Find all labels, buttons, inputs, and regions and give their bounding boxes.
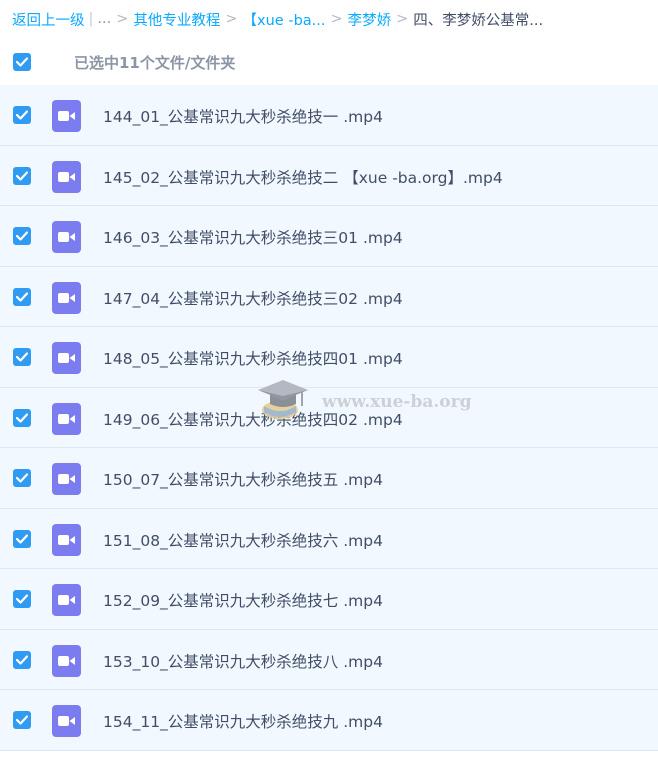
file-name: 144_01_公基常识九大秒杀绝技一 .mp4 [103, 108, 383, 126]
video-file-icon [52, 402, 81, 435]
checkmark-icon [16, 533, 28, 544]
checkmark-icon [16, 231, 28, 241]
checkmark-icon [16, 352, 28, 362]
file-checkbox[interactable] [13, 106, 31, 124]
file-row[interactable]: 145_02_公基常识九大秒杀绝技二 【xue -ba.org】.mp4 [0, 145, 658, 206]
file-name: 153_10_公基常识九大秒杀绝技八 .mp4 [103, 652, 383, 671]
select-all-checkbox[interactable] [13, 53, 31, 71]
file-name: 152_09_公基常识九大秒杀绝技七 .mp4 [103, 592, 383, 610]
video-camera-icon [57, 353, 75, 363]
selection-count-label: 已选中11个文件/文件夹 [74, 54, 236, 72]
checkmark-icon [16, 110, 28, 120]
breadcrumb-separator-icon: > [116, 11, 129, 27]
file-checkbox[interactable] [13, 287, 31, 306]
file-name: 149_06_公基常识九大秒杀绝技四02 .mp4 [103, 410, 403, 429]
breadcrumb: 返回上一级 | ... > 其他专业教程 > 【xue -ba... > 李梦娇… [0, 0, 658, 38]
video-file-icon [52, 221, 81, 253]
selection-bar: 已选中11个文件/文件夹 [0, 40, 658, 84]
video-file-icon [52, 281, 81, 314]
file-row[interactable]: 153_10_公基常识九大秒杀绝技八 .mp4 [0, 629, 658, 690]
video-file-icon [52, 584, 81, 616]
file-checkbox[interactable] [13, 227, 31, 245]
file-row[interactable]: 148_05_公基常识九大秒杀绝技四01 .mp4 [0, 327, 658, 388]
video-file-icon [52, 463, 81, 495]
checkmark-icon [16, 412, 28, 423]
file-name: 150_07_公基常识九大秒杀绝技五 .mp4 [103, 471, 383, 489]
breadcrumb-ellipsis[interactable]: ... [97, 11, 111, 27]
file-name: 146_03_公基常识九大秒杀绝技三01 .mp4 [103, 229, 403, 247]
breadcrumb-divider: | [88, 11, 94, 27]
breadcrumb-separator-icon: > [225, 11, 238, 27]
file-checkbox[interactable] [13, 711, 31, 729]
file-row[interactable]: 152_09_公基常识九大秒杀绝技七 .mp4 [0, 569, 658, 630]
file-row[interactable]: 149_06_公基常识九大秒杀绝技四02 .mp4 [0, 387, 658, 448]
video-camera-icon [57, 171, 75, 182]
breadcrumb-item[interactable]: 【xue -ba... [243, 9, 326, 30]
file-row[interactable]: 147_04_公基常识九大秒杀绝技三02 .mp4 [0, 266, 658, 327]
checkmark-icon [16, 291, 28, 302]
file-checkbox[interactable] [13, 166, 31, 185]
file-name: 147_04_公基常识九大秒杀绝技三02 .mp4 [103, 289, 403, 308]
file-checkbox[interactable] [13, 348, 31, 366]
video-camera-icon [57, 655, 75, 666]
video-camera-icon [57, 534, 75, 545]
video-camera-icon [57, 716, 75, 726]
checkmark-icon [16, 715, 28, 725]
video-camera-icon [57, 413, 75, 424]
checkmark-icon [16, 473, 28, 483]
video-camera-icon [57, 111, 75, 121]
back-link[interactable]: 返回上一级 [12, 9, 85, 30]
breadcrumb-separator-icon: > [396, 11, 409, 27]
breadcrumb-item[interactable]: 李梦娇 [348, 9, 392, 30]
video-file-icon [52, 523, 81, 556]
video-camera-icon [57, 292, 75, 303]
file-name: 148_05_公基常识九大秒杀绝技四01 .mp4 [103, 350, 403, 368]
file-name: 151_08_公基常识九大秒杀绝技六 .mp4 [103, 531, 383, 550]
file-row[interactable]: 154_11_公基常识九大秒杀绝技九 .mp4 [0, 690, 658, 751]
video-file-icon [52, 705, 81, 737]
file-checkbox[interactable] [13, 529, 31, 548]
breadcrumb-separator-icon: > [330, 11, 343, 27]
breadcrumb-item[interactable]: 其他专业教程 [133, 9, 220, 30]
video-file-icon [52, 160, 81, 193]
breadcrumb-current: 四、李梦娇公基常... [413, 12, 544, 29]
checkmark-icon [16, 170, 28, 181]
video-file-icon [52, 342, 81, 374]
video-camera-icon [57, 474, 75, 484]
file-checkbox[interactable] [13, 469, 31, 487]
file-checkbox[interactable] [13, 590, 31, 608]
checkmark-icon [16, 654, 28, 665]
file-name: 154_11_公基常识九大秒杀绝技九 .mp4 [103, 713, 383, 731]
file-row[interactable]: 151_08_公基常识九大秒杀绝技六 .mp4 [0, 508, 658, 569]
video-camera-icon [57, 232, 75, 242]
file-checkbox[interactable] [13, 650, 31, 669]
checkmark-icon [16, 57, 28, 67]
file-list: 144_01_公基常识九大秒杀绝技一 .mp4 145_02_公基常识九大秒杀绝技… [0, 85, 658, 751]
file-name: 145_02_公基常识九大秒杀绝技二 【xue -ba.org】.mp4 [103, 168, 503, 187]
file-row[interactable]: 146_03_公基常识九大秒杀绝技三01 .mp4 [0, 206, 658, 267]
file-row[interactable]: 150_07_公基常识九大秒杀绝技五 .mp4 [0, 448, 658, 509]
video-camera-icon [57, 595, 75, 605]
video-file-icon [52, 644, 81, 677]
checkmark-icon [16, 594, 28, 604]
file-checkbox[interactable] [13, 408, 31, 427]
file-row[interactable]: 144_01_公基常识九大秒杀绝技一 .mp4 [0, 85, 658, 146]
video-file-icon [52, 100, 81, 132]
